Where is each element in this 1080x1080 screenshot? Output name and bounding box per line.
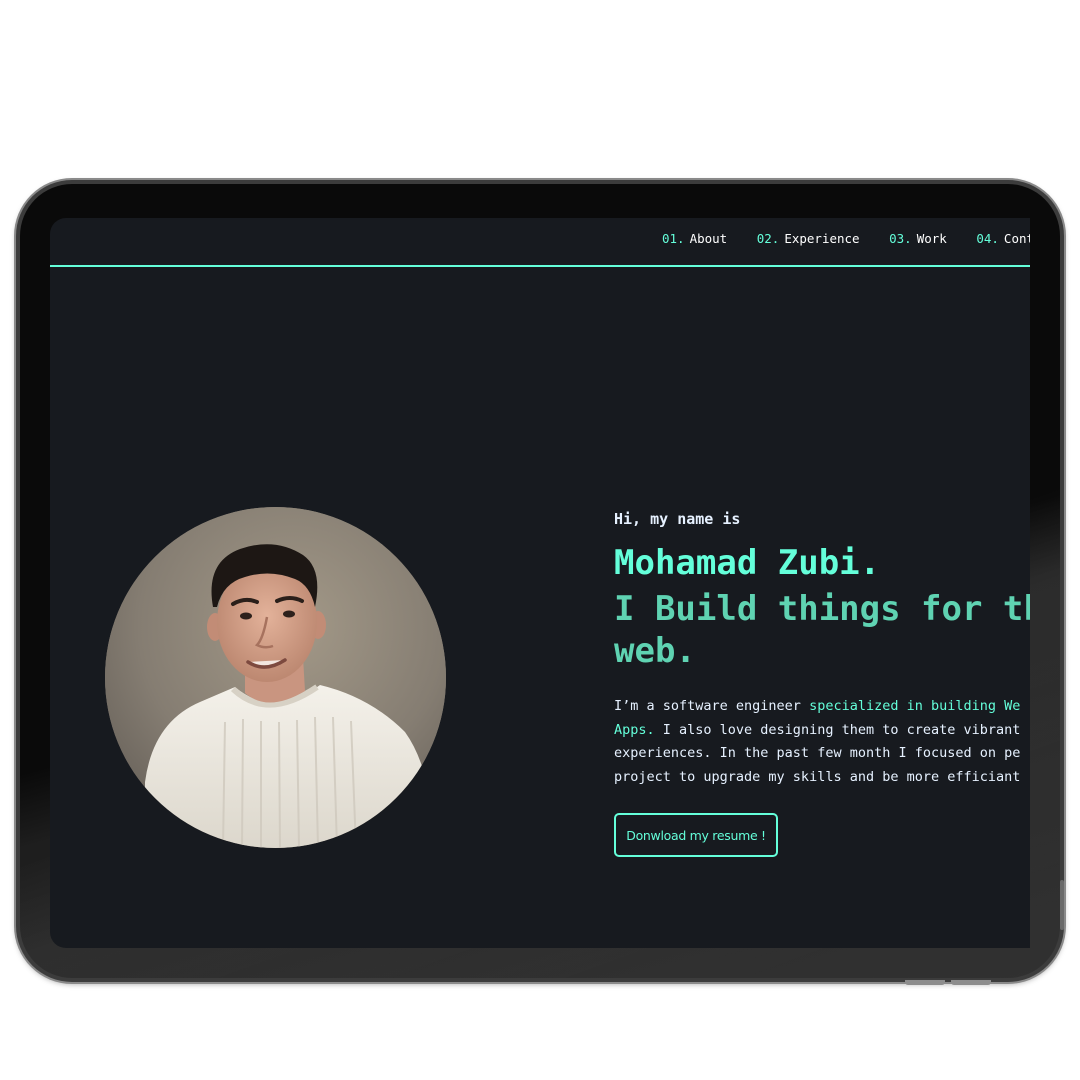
- bio-text: I also love designing them to create vib…: [654, 721, 1021, 738]
- profile-photo: [105, 507, 446, 848]
- nav-label: Work: [916, 231, 947, 246]
- tablet-side-button: [1060, 880, 1064, 930]
- nav-menu: 01. About 02. Experience 03. Work 04. Cont: [662, 231, 1030, 246]
- bio-highlight: Apps.: [614, 721, 655, 738]
- nav-label: Experience: [784, 231, 860, 246]
- tablet-volume-button-2: [951, 980, 991, 985]
- nav-number: 01.: [662, 231, 685, 246]
- hero-greeting: Hi, my name is: [614, 510, 741, 528]
- nav-number: 03.: [889, 231, 912, 246]
- nav-item-experience[interactable]: 02. Experience: [757, 231, 860, 246]
- nav-item-work[interactable]: 03. Work: [889, 231, 947, 246]
- website-screen: 01. About 02. Experience 03. Work 04. Cont: [50, 218, 1030, 948]
- bio-highlight: specialized in building We: [809, 698, 1021, 714]
- hero-name: Mohamad Zubi.: [614, 543, 881, 583]
- bio-line-1: I’m a software engineer specialized in b…: [614, 695, 1020, 719]
- download-resume-button[interactable]: Donwload my resume !: [614, 813, 778, 857]
- nav-number: 02.: [756, 231, 780, 246]
- nav-number: 04.: [976, 231, 999, 246]
- nav-item-about[interactable]: 01. About: [662, 231, 727, 246]
- profile-illustration: [105, 507, 446, 848]
- hero-bio: I’m a software engineer specialized in b…: [614, 695, 1020, 789]
- hero-section: Hi, my name is Mohamad Zubi. I Build thi…: [614, 510, 1030, 857]
- bio-text: I’m a software engineer: [614, 698, 810, 714]
- nav-label: About: [689, 231, 728, 246]
- bio-line-2: Apps. I also love designing them to crea…: [614, 719, 1020, 743]
- navbar: 01. About 02. Experience 03. Work 04. Cont: [50, 218, 1030, 267]
- nav-item-contact[interactable]: 04. Cont: [976, 231, 1030, 246]
- bio-line-4: project to upgrade my skills and be more…: [614, 768, 1021, 785]
- mockup-stage: 01. About 02. Experience 03. Work 04. Cont: [0, 0, 1080, 1080]
- nav-label: Cont: [1003, 231, 1030, 246]
- hero-tagline-line1: I Build things for th: [614, 589, 1030, 629]
- bio-line-3: experiences. In the past few month I foc…: [614, 745, 1021, 762]
- tablet-volume-button-1: [905, 980, 945, 985]
- hero-tagline-line2: web.: [614, 631, 696, 671]
